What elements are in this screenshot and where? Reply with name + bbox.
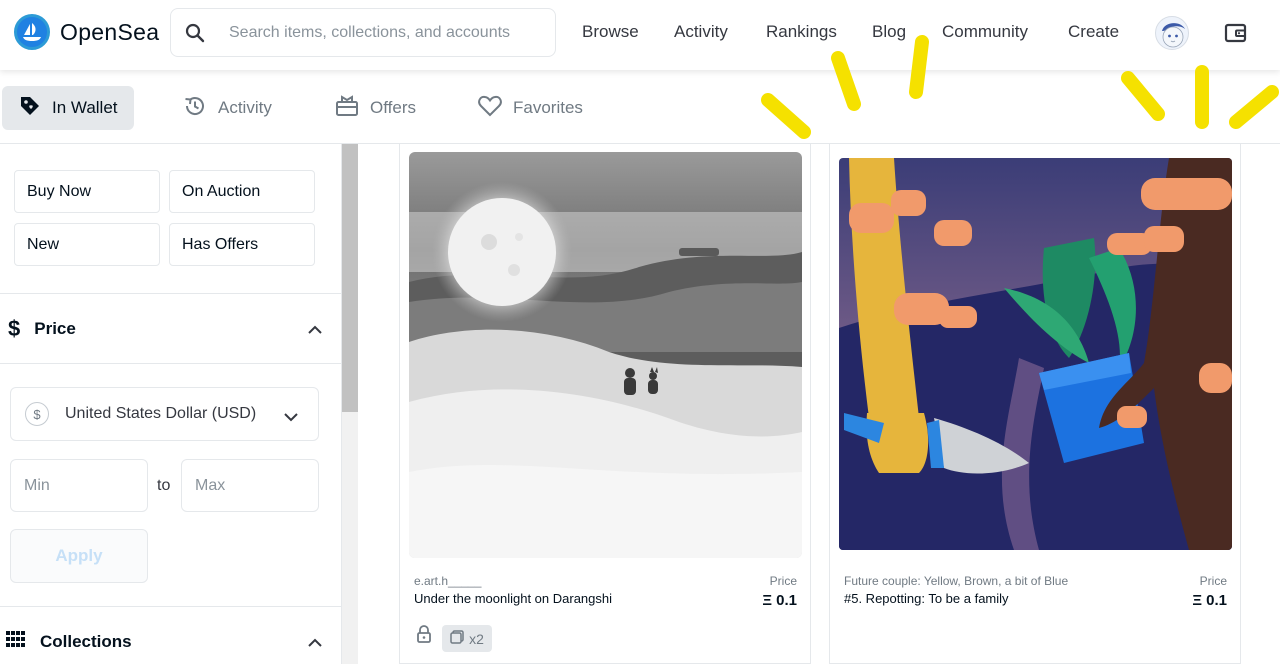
copies-icon xyxy=(450,630,464,647)
price-value: 0.1 xyxy=(1206,592,1227,609)
tab-activity[interactable]: Activity xyxy=(166,86,288,130)
filter-has-offers[interactable]: Has Offers xyxy=(169,223,315,266)
filter-buy-now[interactable]: Buy Now xyxy=(14,170,160,213)
quantity-value: x2 xyxy=(469,630,484,647)
opensea-logo[interactable]: OpenSea xyxy=(14,14,159,50)
chevron-up-icon xyxy=(308,321,322,339)
search-input[interactable] xyxy=(229,23,549,42)
nft-card[interactable]: Future couple: Yellow, Brown, a bit of B… xyxy=(829,144,1241,664)
price-section-title: Price xyxy=(34,318,76,338)
nft-price: Ξ 0.1 xyxy=(1192,592,1227,609)
currency-select[interactable]: $ United States Dollar (USD) xyxy=(10,387,319,441)
tag-icon xyxy=(18,94,42,123)
nav-activity[interactable]: Activity xyxy=(674,22,728,42)
chevron-down-icon xyxy=(284,409,298,427)
nav-browse[interactable]: Browse xyxy=(582,22,639,42)
filter-new[interactable]: New xyxy=(14,223,160,266)
tab-in-wallet[interactable]: In Wallet xyxy=(2,86,134,130)
gift-icon xyxy=(334,94,360,123)
price-min-input[interactable] xyxy=(10,459,148,512)
search-bar[interactable] xyxy=(170,8,556,57)
divider xyxy=(0,363,342,364)
currency-value: United States Dollar (USD) xyxy=(65,405,257,422)
price-label: Price xyxy=(1199,574,1227,588)
avatar[interactable] xyxy=(1155,16,1189,50)
nav-create[interactable]: Create xyxy=(1068,22,1119,42)
tab-favorites[interactable]: Favorites xyxy=(461,86,599,130)
nft-title[interactable]: #5. Repotting: To be a family xyxy=(844,591,1009,606)
search-icon xyxy=(185,22,207,44)
tab-label: In Wallet xyxy=(52,98,118,117)
collections-section-header[interactable]: Collections xyxy=(0,606,342,664)
grid-icon xyxy=(6,631,26,652)
tab-label: Offers xyxy=(370,98,416,117)
tab-label: Activity xyxy=(218,98,272,117)
nft-title[interactable]: Under the moonlight on Darangshi xyxy=(414,591,612,606)
quantity-badge: x2 xyxy=(442,625,492,652)
scrollbar-thumb[interactable] xyxy=(342,144,358,412)
chevron-up-icon xyxy=(308,634,322,652)
history-icon xyxy=(182,93,208,124)
tab-offers[interactable]: Offers xyxy=(318,86,432,130)
nft-card[interactable]: e.art.h_____ Under the moonlight on Dara… xyxy=(399,144,811,664)
nav-community[interactable]: Community xyxy=(942,22,1028,42)
apply-button[interactable]: Apply xyxy=(10,529,148,583)
price-max-input[interactable] xyxy=(181,459,319,512)
collections-section-title: Collections xyxy=(40,631,132,651)
sidebar-scrollbar[interactable] xyxy=(342,144,358,664)
nft-price: Ξ 0.1 xyxy=(762,592,797,609)
brand-name: OpenSea xyxy=(60,18,160,45)
wallet-icon[interactable] xyxy=(1224,21,1248,45)
nft-creator[interactable]: e.art.h_____ xyxy=(414,574,481,588)
filter-on-auction[interactable]: On Auction xyxy=(169,170,315,213)
nft-creator[interactable]: Future couple: Yellow, Brown, a bit of B… xyxy=(844,574,1068,588)
eth-icon: Ξ xyxy=(762,592,772,609)
range-to-label: to xyxy=(157,477,171,494)
nav-blog[interactable]: Blog xyxy=(872,22,906,42)
price-label: Price xyxy=(769,574,797,588)
currency-icon: $ xyxy=(25,402,49,426)
profile-tabs: In Wallet Activity Offers Favorites xyxy=(0,72,1280,144)
heart-icon xyxy=(477,94,503,123)
filter-sidebar: Buy Now On Auction New Has Offers $ Pric… xyxy=(0,144,342,664)
nft-image-moonlight[interactable] xyxy=(409,152,802,558)
price-value: 0.1 xyxy=(776,592,797,609)
price-section-header[interactable]: $ Price xyxy=(0,293,342,363)
lock-icon xyxy=(416,625,432,648)
nft-image-repotting[interactable] xyxy=(839,158,1232,550)
top-navbar: OpenSea Browse Activity Rankings Blog Co… xyxy=(0,0,1280,70)
opensea-logo-icon xyxy=(14,14,50,50)
nav-rankings[interactable]: Rankings xyxy=(766,22,837,42)
dollar-icon: $ xyxy=(8,315,21,341)
eth-icon: Ξ xyxy=(1192,592,1202,609)
tab-label: Favorites xyxy=(513,98,583,117)
